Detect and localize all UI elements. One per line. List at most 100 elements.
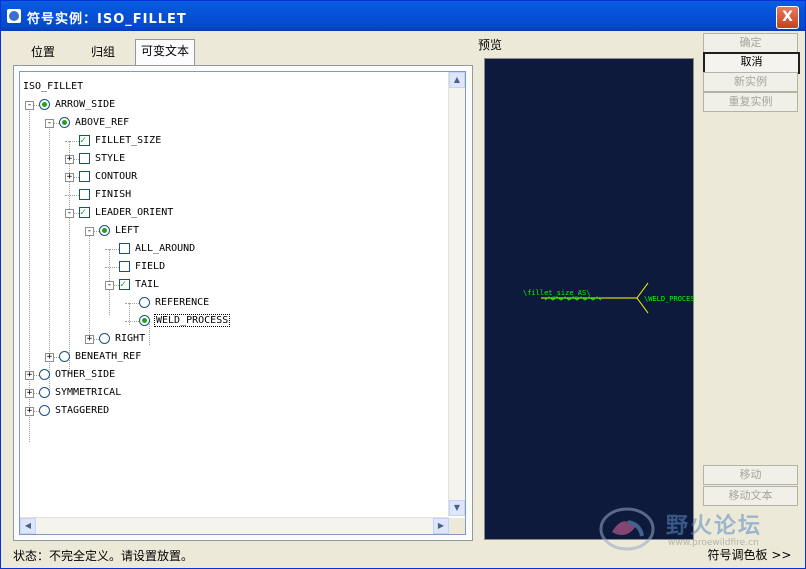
tree-guide-line xyxy=(105,249,119,250)
tree-node-label: WELD_PROCESS xyxy=(153,314,231,327)
tree-node-other-side[interactable]: OTHER_SIDE xyxy=(39,367,115,383)
tree-node-label: FINISH xyxy=(95,189,132,200)
radio-button[interactable] xyxy=(139,314,150,326)
radio-button[interactable] xyxy=(39,404,50,416)
tree-node-field[interactable]: FIELD xyxy=(119,259,165,275)
tree-node-symmetrical[interactable]: SYMMETRICAL xyxy=(39,385,121,401)
app-icon xyxy=(7,9,21,23)
tab-position[interactable]: 位置 xyxy=(13,41,73,65)
move-text-button[interactable]: 移动文本 xyxy=(703,486,798,506)
tree-node-beneath-ref[interactable]: BENEATH_REF xyxy=(59,349,141,365)
preview-canvas[interactable]: \fillet_size_AS\ \WELD_PROCES xyxy=(484,58,695,540)
radio-button[interactable] xyxy=(39,98,50,110)
expand-icon[interactable]: + xyxy=(65,155,74,164)
tree-guide-line xyxy=(125,321,139,322)
move-button[interactable]: 移动 xyxy=(703,465,798,485)
tree-node-reference[interactable]: REFERENCE xyxy=(139,295,209,311)
symbol-palette-button[interactable]: 符号调色板 >> xyxy=(703,546,796,564)
tree-node-finish[interactable]: FINISH xyxy=(79,187,131,203)
tree-guide-line xyxy=(89,231,90,343)
tree-node-above-ref[interactable]: ABOVE_REF xyxy=(59,115,129,131)
tree-root[interactable]: ISO_FILLET xyxy=(23,79,83,95)
scroll-down-icon[interactable]: ▼ xyxy=(449,500,465,516)
checkbox[interactable] xyxy=(119,242,130,254)
preview-drawing: \fillet_size_AS\ \WELD_PROCES xyxy=(523,282,695,314)
preview-left-text: \fillet_size_AS\ xyxy=(523,289,590,297)
tree-node-fillet-size[interactable]: FILLET_SIZE xyxy=(79,133,161,149)
tree-view[interactable]: ISO_FILLET -ARROW_SIDE-ABOVE_REFFILLET_S… xyxy=(19,71,466,535)
preview-right-text: \WELD_PROCES xyxy=(644,295,693,303)
tree-node-label: ARROW_SIDE xyxy=(55,99,116,110)
tree-node-label: LEFT xyxy=(115,225,140,236)
tree-node-tail[interactable]: TAIL xyxy=(119,277,159,293)
tree-node-label: BENEATH_REF xyxy=(75,351,142,362)
tree-guide-line xyxy=(105,267,119,268)
tree-guide-line xyxy=(65,141,79,142)
collapse-icon[interactable]: - xyxy=(85,227,94,236)
tree-node-contour[interactable]: CONTOUR xyxy=(79,169,137,185)
status-bar-text: 状态：不完全定义。请设置放置。 xyxy=(13,549,194,563)
watermark-text: 野火论坛 xyxy=(666,514,763,539)
checkbox[interactable] xyxy=(79,133,90,149)
tree-node-label: LEADER_ORIENT xyxy=(95,207,174,218)
tree-node-label: STAGGERED xyxy=(55,405,110,416)
radio-button[interactable] xyxy=(139,296,150,308)
tree-node-leader-orient[interactable]: LEADER_ORIENT xyxy=(79,205,173,221)
cancel-button[interactable]: 取消 xyxy=(703,52,800,74)
expand-icon[interactable]: + xyxy=(65,173,74,182)
radio-button[interactable] xyxy=(39,368,50,380)
tree-node-label: ALL_AROUND xyxy=(135,243,196,254)
tree-node-style[interactable]: STYLE xyxy=(79,151,125,167)
radio-button[interactable] xyxy=(99,224,110,236)
checkbox[interactable] xyxy=(79,205,90,221)
dialog-window: 符号实例：ISO_FILLET X 位置 归组 可变文本 ISO_FILLET … xyxy=(0,0,806,569)
tree-node-label: RIGHT xyxy=(115,333,146,344)
checkbox[interactable] xyxy=(79,188,90,200)
tree-guide-line xyxy=(125,303,139,304)
radio-button[interactable] xyxy=(59,116,70,128)
expand-icon[interactable]: + xyxy=(85,335,94,344)
tree-content: ISO_FILLET -ARROW_SIDE-ABOVE_REFFILLET_S… xyxy=(20,72,450,516)
scroll-left-icon[interactable]: ◀ xyxy=(20,518,36,534)
tree-node-staggered[interactable]: STAGGERED xyxy=(39,403,109,419)
close-button[interactable]: X xyxy=(776,6,799,29)
tree-node-arrow-side[interactable]: ARROW_SIDE xyxy=(39,97,115,113)
tree-node-label: REFERENCE xyxy=(155,297,210,308)
checkbox[interactable] xyxy=(119,260,130,272)
radio-button[interactable] xyxy=(59,350,70,362)
tree-node-left[interactable]: LEFT xyxy=(99,223,139,239)
expand-icon[interactable]: + xyxy=(25,407,34,416)
window-title: 符号实例：ISO_FILLET xyxy=(27,12,187,27)
ok-button[interactable]: 确定 xyxy=(703,33,798,53)
tree-node-label: TAIL xyxy=(135,279,160,290)
scroll-up-icon[interactable]: ▲ xyxy=(449,72,465,88)
tree-node-label: OTHER_SIDE xyxy=(55,369,116,380)
expand-icon[interactable]: + xyxy=(25,389,34,398)
tree-node-all-around[interactable]: ALL_AROUND xyxy=(119,241,195,257)
tree-node-weld-process[interactable]: WELD_PROCESS xyxy=(139,313,231,329)
scroll-right-icon[interactable]: ▶ xyxy=(433,518,449,534)
radio-button[interactable] xyxy=(99,332,110,344)
tab-panel: ISO_FILLET -ARROW_SIDE-ABOVE_REFFILLET_S… xyxy=(13,65,473,541)
tree-node-label: SYMMETRICAL xyxy=(55,387,122,398)
checkbox[interactable] xyxy=(119,277,130,293)
tab-grouping[interactable]: 归组 xyxy=(73,41,133,65)
collapse-icon[interactable]: - xyxy=(45,119,54,128)
tree-node-label: STYLE xyxy=(95,153,126,164)
title-bar[interactable]: 符号实例：ISO_FILLET X xyxy=(1,1,805,31)
new-instance-button[interactable]: 新实例 xyxy=(703,72,798,92)
expand-icon[interactable]: + xyxy=(25,371,34,380)
tree-node-label: ABOVE_REF xyxy=(75,117,130,128)
collapse-icon[interactable]: - xyxy=(105,281,114,290)
tree-node-right[interactable]: RIGHT xyxy=(99,331,145,347)
expand-icon[interactable]: + xyxy=(45,353,54,362)
checkbox[interactable] xyxy=(79,152,90,164)
collapse-icon[interactable]: - xyxy=(25,101,34,110)
tab-variable-text[interactable]: 可变文本 xyxy=(135,39,195,68)
checkbox[interactable] xyxy=(79,170,90,182)
radio-button[interactable] xyxy=(39,386,50,398)
collapse-icon[interactable]: - xyxy=(65,209,74,218)
restore-instance-button[interactable]: 重复实例 xyxy=(703,92,798,112)
horizontal-scrollbar[interactable]: ◀ ▶ xyxy=(20,517,449,534)
vertical-scrollbar[interactable]: ▲ ▼ xyxy=(448,72,465,516)
